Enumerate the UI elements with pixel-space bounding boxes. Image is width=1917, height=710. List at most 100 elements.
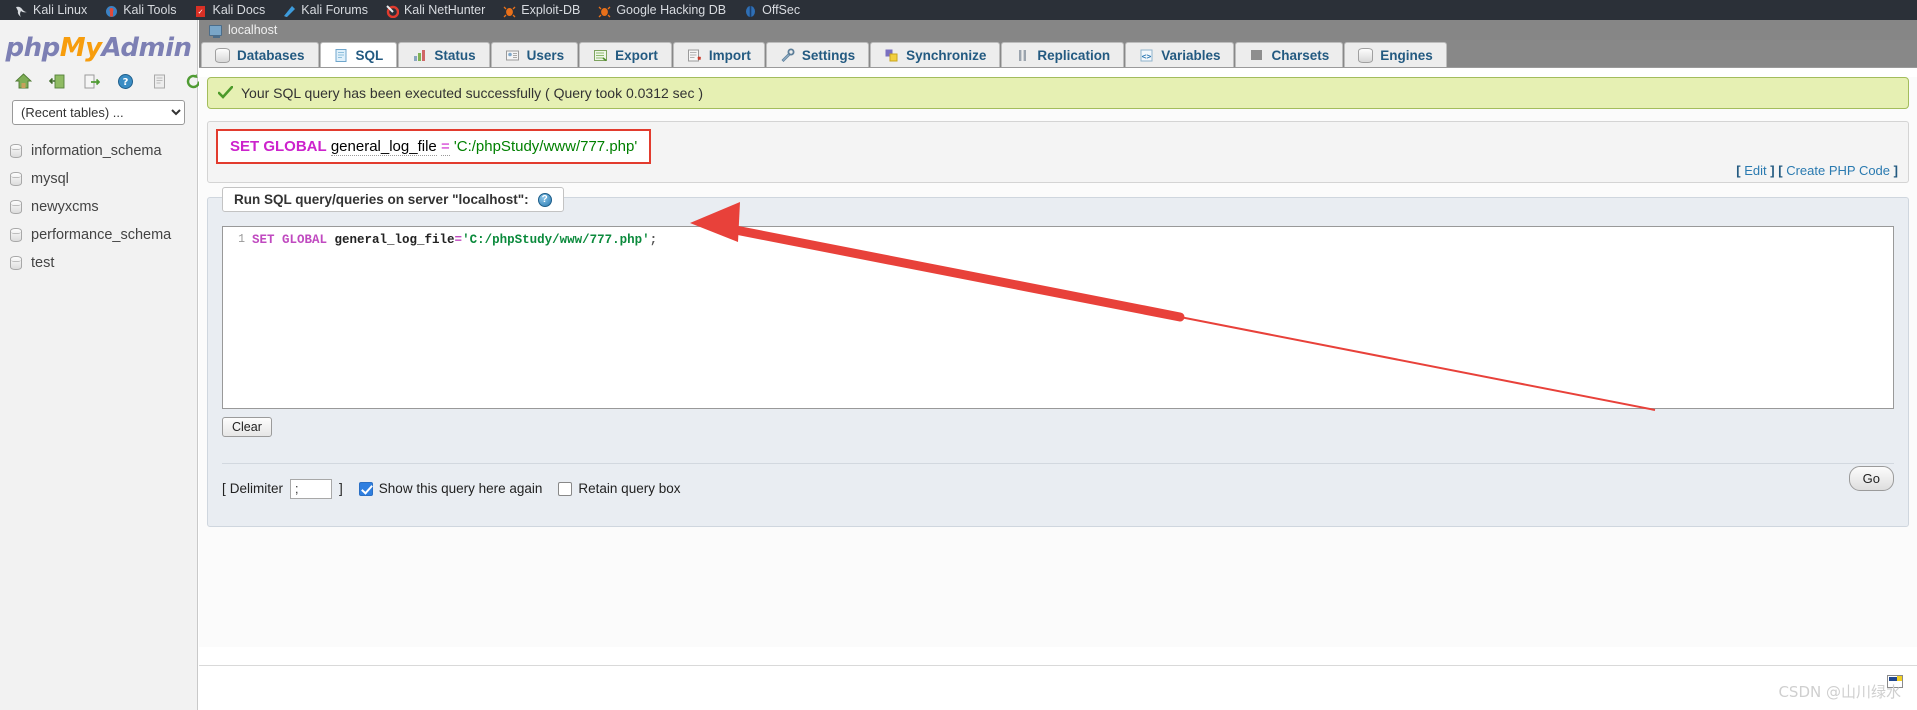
tab-replication[interactable]: Replication xyxy=(1001,42,1125,67)
sql-export-icon[interactable] xyxy=(83,73,101,90)
users-icon xyxy=(505,48,520,63)
phpmyadmin-page: phpMyAdmin ? (Recent tables) ... informa… xyxy=(0,20,1917,710)
server-breadcrumb-bar: localhost xyxy=(199,20,1917,40)
bookmark-label: Kali NetHunter xyxy=(403,3,486,17)
show-query-label: Show this query here again xyxy=(378,481,543,496)
home-icon[interactable] xyxy=(14,73,33,90)
export-icon xyxy=(593,48,608,63)
tab-export[interactable]: Export xyxy=(579,42,672,67)
database-list: information_schema mysql newyxcms perfor… xyxy=(0,137,197,277)
kali-dragon-icon xyxy=(15,4,28,17)
kali-nethunter-icon xyxy=(386,4,400,18)
synchronize-icon xyxy=(884,48,899,63)
tab-label: Charsets xyxy=(1271,47,1330,63)
query-footer-controls: [ Delimiter ] Show this query here again… xyxy=(222,463,1894,499)
code-operator: = xyxy=(454,233,463,247)
editor-code: SET GLOBAL general_log_file='C:/phpStudy… xyxy=(252,233,657,247)
kali-docs-icon: ✓ xyxy=(194,4,207,17)
bookmark-label: Google Hacking DB xyxy=(616,3,727,17)
sql-identifier: general_log_file xyxy=(330,138,437,156)
bookmark-kali-docs[interactable]: ✓ Kali Docs xyxy=(185,0,274,20)
tab-sql[interactable]: SQL xyxy=(319,42,398,67)
sidebar-item-mysql[interactable]: mysql xyxy=(8,165,197,193)
tab-label: Import xyxy=(708,47,751,63)
bookmark-kali-tools[interactable]: Kali Tools xyxy=(96,0,185,20)
go-button[interactable]: Go xyxy=(1848,466,1894,491)
tab-synchronize[interactable]: Synchronize xyxy=(870,42,1001,67)
tab-label: Engines xyxy=(1380,47,1433,63)
bracket-open-2: [ xyxy=(1778,163,1783,178)
help-icon[interactable]: ? xyxy=(537,192,552,207)
code-string-literal: 'C:/phpStudy/www/777.php' xyxy=(462,233,650,247)
tab-label: Users xyxy=(526,47,565,63)
code-keyword: SET GLOBAL xyxy=(252,233,328,247)
charsets-icon xyxy=(1249,48,1264,63)
engines-icon xyxy=(1358,47,1374,63)
delimiter-bracket-open: [ xyxy=(222,481,226,496)
browser-bookmarks-bar: Kali Linux Kali Tools ✓ Kali Docs Kali F… xyxy=(0,0,1917,20)
success-message: Your SQL query has been executed success… xyxy=(241,85,703,101)
database-icon xyxy=(10,172,22,186)
bookmark-exploit-db[interactable]: Exploit-DB xyxy=(494,0,589,20)
delimiter-input[interactable] xyxy=(290,478,333,499)
console-strip xyxy=(199,665,1917,707)
tab-label: Status xyxy=(434,47,476,63)
sidebar-item-performance-schema[interactable]: performance_schema xyxy=(8,221,197,249)
show-query-checkbox-wrapper[interactable]: Show this query here again xyxy=(358,481,543,496)
retain-query-box-checkbox[interactable] xyxy=(558,481,573,496)
csdn-watermark: CSDN @山川绿水 xyxy=(1778,683,1901,701)
sql-operator: = xyxy=(440,138,450,156)
run-sql-query-panel: Run SQL query/queries on server "localho… xyxy=(207,187,1909,527)
executed-query-text[interactable]: SET GLOBAL general_log_file = 'C:/phpStu… xyxy=(216,129,652,164)
main-content: localhost Databases SQL Status Users Exp… xyxy=(199,20,1917,710)
tab-settings[interactable]: Settings xyxy=(765,42,870,67)
bracket-close-2: ] xyxy=(1893,163,1898,178)
databases-icon xyxy=(215,47,230,63)
green-check-icon xyxy=(217,85,234,100)
sidebar-item-test[interactable]: test xyxy=(8,249,197,277)
create-php-code-link[interactable]: Create PHP Code xyxy=(1786,163,1890,178)
logo-my: My xyxy=(59,33,102,63)
bracket-open: [ xyxy=(1736,163,1741,178)
bookmark-kali-linux[interactable]: Kali Linux xyxy=(6,0,96,20)
sidebar-icon-row: ? xyxy=(0,69,201,100)
show-query-checkbox[interactable] xyxy=(358,481,373,496)
bookmark-kali-nethunter[interactable]: Kali NetHunter xyxy=(377,0,494,20)
clear-button[interactable]: Clear xyxy=(222,417,272,437)
editor-gutter-line-number: 1 xyxy=(238,233,245,246)
bookmark-label: Kali Forums xyxy=(301,3,368,17)
bookmark-offsec[interactable]: OffSec xyxy=(735,0,809,20)
phpmyadmin-logo[interactable]: phpMyAdmin xyxy=(0,20,197,69)
sidebar-item-information-schema[interactable]: information_schema xyxy=(8,137,197,165)
tab-status[interactable]: Status xyxy=(398,42,490,67)
docs-icon[interactable] xyxy=(151,73,168,90)
help-icon[interactable]: ? xyxy=(117,73,134,90)
sql-keyword: SET GLOBAL xyxy=(230,138,327,155)
database-icon xyxy=(10,256,22,270)
bookmark-google-hacking-db[interactable]: Google Hacking DB xyxy=(589,0,735,20)
tab-databases[interactable]: Databases xyxy=(201,42,319,67)
logo-admin: Admin xyxy=(101,33,192,63)
tab-import[interactable]: Import xyxy=(672,42,765,67)
sidebar-item-newyxcms[interactable]: newyxcms xyxy=(8,193,197,221)
tab-label: Databases xyxy=(237,47,305,63)
recent-tables-select[interactable]: (Recent tables) ... xyxy=(12,100,185,125)
tab-variables[interactable]: <> Variables xyxy=(1125,42,1235,67)
logout-icon[interactable] xyxy=(48,73,66,90)
tab-label: Replication xyxy=(1037,47,1111,63)
retain-query-box-checkbox-wrapper[interactable]: Retain query box xyxy=(558,481,680,496)
database-icon xyxy=(10,144,22,158)
bookmark-label: Kali Linux xyxy=(33,3,88,17)
tab-label: Variables xyxy=(1161,47,1221,63)
import-icon xyxy=(687,48,702,63)
database-icon xyxy=(10,228,22,242)
tab-label: Synchronize xyxy=(906,47,987,63)
bookmark-kali-forums[interactable]: Kali Forums xyxy=(274,0,377,20)
tab-engines[interactable]: Engines xyxy=(1344,42,1447,67)
tab-users[interactable]: Users xyxy=(490,42,579,67)
sql-editor[interactable]: 1 SET GLOBAL general_log_file='C:/phpStu… xyxy=(222,226,1894,409)
query-panel-legend: Run SQL query/queries on server "localho… xyxy=(222,187,564,212)
edit-link[interactable]: Edit xyxy=(1744,163,1766,178)
tab-charsets[interactable]: Charsets xyxy=(1235,42,1344,67)
database-icon xyxy=(10,200,22,214)
